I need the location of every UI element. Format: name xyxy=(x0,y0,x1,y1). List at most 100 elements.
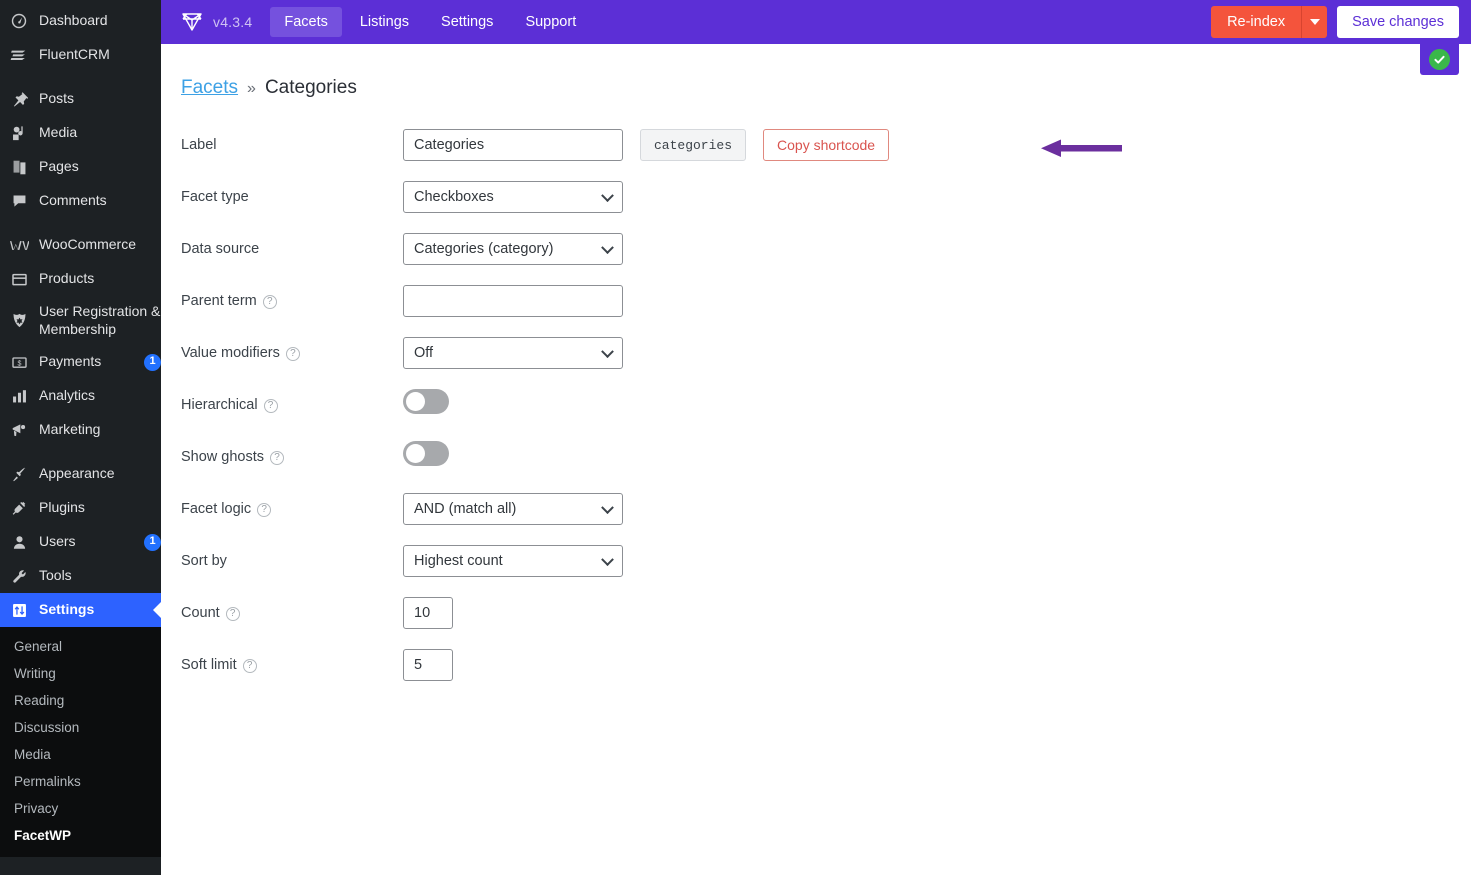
sidebar-item-label: Posts xyxy=(39,90,75,107)
field-row-facet-logic: Facet logic ? AND (match all) xyxy=(181,493,1471,525)
sidebar-item-label: Media xyxy=(39,124,78,141)
plugins-icon xyxy=(9,498,29,518)
tools-icon xyxy=(9,566,29,586)
facet-settings-form: Facets » Categories Label categories Cop… xyxy=(161,44,1471,681)
sidebar-item-posts[interactable]: Posts xyxy=(0,82,161,116)
label-input[interactable] xyxy=(403,129,623,161)
tab-listings[interactable]: Listings xyxy=(346,7,423,37)
sidebar-item-analytics[interactable]: Analytics xyxy=(0,379,161,413)
help-icon[interactable]: ? xyxy=(257,503,272,517)
field-control-facet-logic: AND (match all) xyxy=(403,493,623,525)
field-row-soft-limit: Soft limit ? xyxy=(181,649,1471,681)
sidebar-item-payments[interactable]: $ Payments 1 xyxy=(0,345,161,379)
help-icon[interactable]: ? xyxy=(270,451,285,465)
parent-term-input[interactable] xyxy=(403,285,623,317)
marketing-icon xyxy=(9,420,29,440)
status-badge[interactable] xyxy=(1420,44,1459,75)
field-label-facet-logic: Facet logic ? xyxy=(181,493,403,517)
breadcrumb-link-facets[interactable]: Facets xyxy=(181,77,238,99)
facet-type-select-wrap: Checkboxes xyxy=(403,181,623,213)
save-changes-button[interactable]: Save changes xyxy=(1337,6,1459,38)
sidebar-item-pages[interactable]: Pages xyxy=(0,150,161,184)
help-icon[interactable]: ? xyxy=(225,607,240,621)
field-label-text: Soft limit xyxy=(181,657,237,673)
field-label-text: Show ghosts xyxy=(181,449,265,465)
count-input[interactable] xyxy=(403,597,453,629)
field-label-show-ghosts: Show ghosts ? xyxy=(181,441,403,465)
facetwp-topbar: v4.3.4 Facets Listings Settings Support … xyxy=(161,0,1471,44)
sidebar-item-media[interactable]: Media xyxy=(0,116,161,150)
sidebar-item-marketing[interactable]: Marketing xyxy=(0,413,161,447)
sidebar-item-label: Plugins xyxy=(39,499,85,516)
facet-type-select[interactable]: Checkboxes xyxy=(403,181,623,213)
sidebar-item-label: Pages xyxy=(39,158,79,175)
copy-shortcode-button[interactable]: Copy shortcode xyxy=(763,129,890,161)
field-row-sort-by: Sort by Highest count xyxy=(181,545,1471,577)
settings-icon xyxy=(9,600,29,620)
sidebar-item-comments[interactable]: Comments xyxy=(0,184,161,218)
data-source-select[interactable]: Categories (category) xyxy=(403,233,623,265)
hierarchical-toggle[interactable] xyxy=(403,389,449,414)
sidebar-badge-payments: 1 xyxy=(144,353,161,371)
sidebar-item-appearance[interactable]: Appearance xyxy=(0,457,161,491)
facetwp-tabs: Facets Listings Settings Support xyxy=(270,7,590,37)
payments-icon: $ xyxy=(9,352,29,372)
field-label-text: Label xyxy=(181,137,217,153)
sidebar-item-plugins[interactable]: Plugins xyxy=(0,491,161,525)
tab-settings[interactable]: Settings xyxy=(427,7,507,37)
main-panel: v4.3.4 Facets Listings Settings Support … xyxy=(161,0,1471,875)
facetwp-logo[interactable]: v4.3.4 xyxy=(179,11,252,33)
submenu-item-media[interactable]: Media xyxy=(0,741,161,768)
sidebar-divider xyxy=(0,218,161,228)
submenu-item-writing[interactable]: Writing xyxy=(0,660,161,687)
sidebar-divider xyxy=(0,72,161,82)
field-label-sort-by: Sort by xyxy=(181,545,403,569)
sidebar-item-users[interactable]: Users 1 xyxy=(0,525,161,559)
sidebar-item-label: FluentCRM xyxy=(39,46,110,63)
help-icon[interactable]: ? xyxy=(242,659,257,673)
pages-icon xyxy=(9,157,29,177)
field-label-text: Hierarchical xyxy=(181,397,258,413)
submenu-item-discussion[interactable]: Discussion xyxy=(0,714,161,741)
submenu-item-privacy[interactable]: Privacy xyxy=(0,795,161,822)
reindex-dropdown-button[interactable] xyxy=(1301,6,1328,38)
field-control-label: categories Copy shortcode xyxy=(403,129,890,161)
submenu-item-permalinks[interactable]: Permalinks xyxy=(0,768,161,795)
sidebar-item-woocommerce[interactable]: WooCommerce xyxy=(0,228,161,262)
show-ghosts-toggle[interactable] xyxy=(403,441,449,466)
field-label-text: Count xyxy=(181,605,220,621)
sidebar-item-fluentcrm[interactable]: FluentCRM xyxy=(0,38,161,72)
sidebar-item-dashboard[interactable]: Dashboard xyxy=(0,4,161,38)
sidebar-item-label: Products xyxy=(39,270,95,287)
sidebar-badge-users: 1 xyxy=(144,533,161,551)
sidebar-item-label: Settings xyxy=(39,601,95,618)
tab-facets[interactable]: Facets xyxy=(270,7,342,37)
field-label-text: Data source xyxy=(181,241,260,257)
field-label-text: Sort by xyxy=(181,553,227,569)
sidebar-item-products[interactable]: Products xyxy=(0,262,161,296)
help-icon[interactable]: ? xyxy=(285,347,300,361)
field-label-hierarchical: Hierarchical ? xyxy=(181,389,403,413)
value-modifiers-select[interactable]: Off xyxy=(403,337,623,369)
tab-support[interactable]: Support xyxy=(511,7,590,37)
sidebar-item-settings[interactable]: Settings xyxy=(0,593,161,627)
help-icon[interactable]: ? xyxy=(263,399,278,413)
soft-limit-input[interactable] xyxy=(403,649,453,681)
field-row-show-ghosts: Show ghosts ? xyxy=(181,441,1471,473)
pin-icon xyxy=(9,89,29,109)
facet-logic-select[interactable]: AND (match all) xyxy=(403,493,623,525)
sidebar-item-tools[interactable]: Tools xyxy=(0,559,161,593)
submenu-item-reading[interactable]: Reading xyxy=(0,687,161,714)
version-label: v4.3.4 xyxy=(213,14,253,30)
admin-screen: Dashboard FluentCRM Posts Media Pages Co… xyxy=(0,0,1471,875)
reindex-button[interactable]: Re-index xyxy=(1211,6,1302,38)
submenu-item-general[interactable]: General xyxy=(0,633,161,660)
submenu-item-facetwp[interactable]: FacetWP xyxy=(0,822,161,849)
sort-by-select[interactable]: Highest count xyxy=(403,545,623,577)
help-icon[interactable]: ? xyxy=(262,295,277,309)
field-control-value-modifiers: Off xyxy=(403,337,623,369)
shortcode-name-chip[interactable]: categories xyxy=(640,129,747,161)
svg-text:$: $ xyxy=(17,359,21,367)
field-control-hierarchical xyxy=(403,389,449,414)
sidebar-item-user-registration-membership[interactable]: User Registration & Membership xyxy=(0,296,161,345)
